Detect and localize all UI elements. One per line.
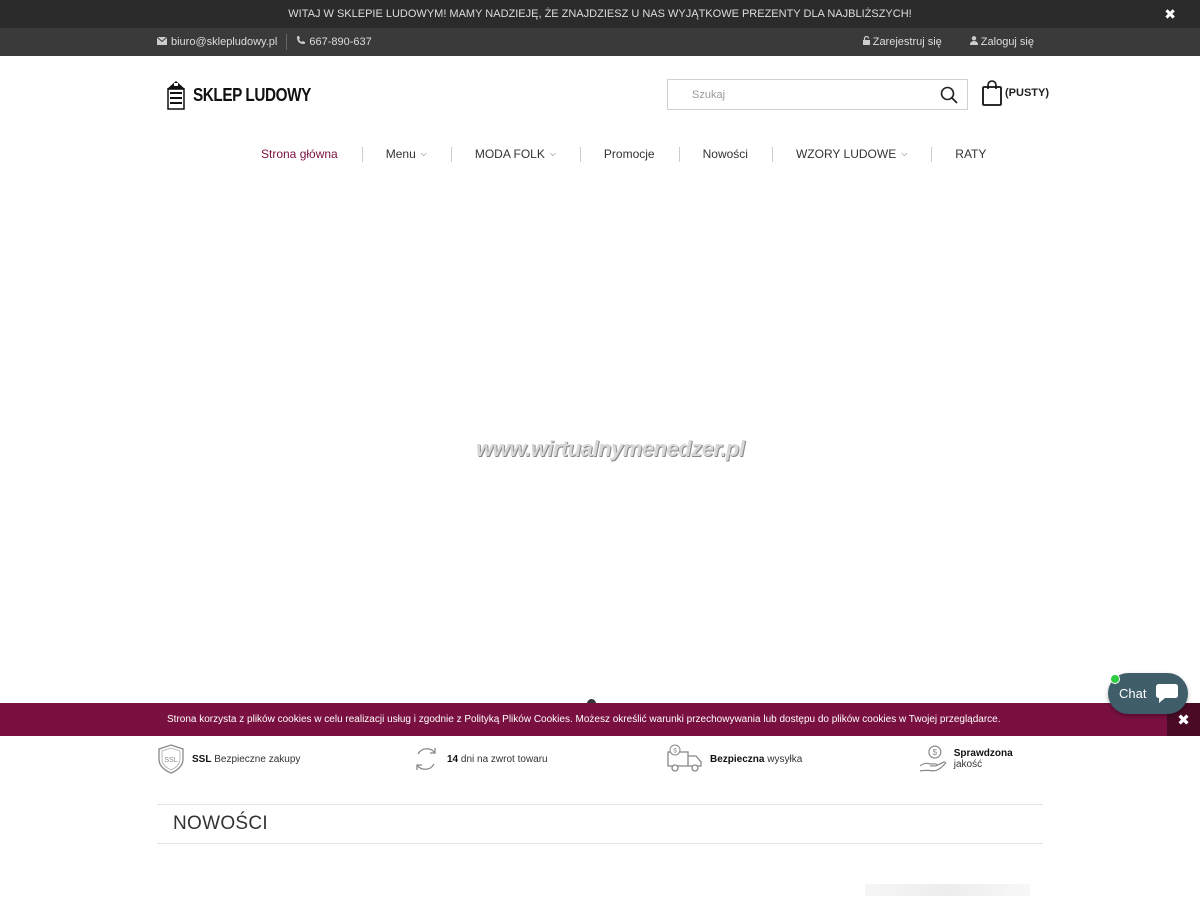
nav-item-label: Promocje xyxy=(603,147,655,161)
email-text: biuro@sklepludowy.pl xyxy=(171,36,278,48)
chevron-down-icon: ⌵ xyxy=(901,149,908,158)
contact-bar: biuro@sklepludowy.pl 667-890-637 Zarejes… xyxy=(0,28,1200,56)
nav-item-home[interactable]: Strona główna xyxy=(237,138,362,170)
feature-text: Bezpieczne zakupy xyxy=(214,753,301,765)
feature-bold: 14 xyxy=(447,753,459,765)
nav-item-menu[interactable]: Menu ⌵ xyxy=(361,138,451,170)
nav-item-label: Strona główna xyxy=(261,147,338,161)
user-icon xyxy=(969,36,978,48)
nav-item-promocje[interactable]: Promocje xyxy=(579,138,679,170)
logo-text: SKLEP LUDOWY xyxy=(193,84,311,105)
feature-bold: SSL xyxy=(192,753,212,765)
chat-widget-button[interactable]: Chat xyxy=(1108,673,1188,714)
feature-text: jakość xyxy=(953,759,983,770)
chat-label: Chat xyxy=(1119,686,1147,701)
delivery-truck-icon: $ xyxy=(667,744,702,772)
features-bar: SSL SSL Bezpieczne zakupy 14 dni na zwro… xyxy=(157,743,1043,775)
login-link[interactable]: Zaloguj się xyxy=(969,36,1034,48)
nav-item-label: WZORY LUDOWE xyxy=(795,147,897,161)
search-input[interactable] xyxy=(668,80,918,109)
feature-text: wysyłka xyxy=(767,753,803,765)
register-text: Zarejestruj się xyxy=(872,36,942,48)
login-text: Zaloguj się xyxy=(980,36,1034,48)
phone-text: 667-890-637 xyxy=(309,36,372,48)
phone-icon xyxy=(296,36,306,48)
nav-item-label: MODA FOLK xyxy=(474,147,545,161)
close-icon: ✖ xyxy=(1177,711,1190,729)
nav-item-wzory-ludowe[interactable]: WZORY LUDOWE ⌵ xyxy=(771,138,931,170)
chevron-down-icon: ⌵ xyxy=(420,149,427,158)
email-link[interactable]: biuro@sklepludowy.pl xyxy=(156,36,278,48)
register-link[interactable]: Zarejestruj się xyxy=(862,35,942,48)
nav-item-nowosci[interactable]: Nowości xyxy=(678,138,772,170)
search-box xyxy=(667,79,968,110)
svg-text:$: $ xyxy=(933,748,938,757)
section-title: NOWOŚCI xyxy=(173,813,268,834)
feature-text: dni na zwrot towaru xyxy=(460,753,548,765)
nav-item-moda-folk[interactable]: MODA FOLK ⌵ xyxy=(450,138,580,170)
online-status-dot xyxy=(1110,674,1120,684)
watermark-text: www.wirtualnymenedzer.pl xyxy=(476,436,745,461)
cart-button[interactable]: (PUSTY) xyxy=(982,80,1049,106)
lock-icon xyxy=(862,35,870,48)
feature-quality: $ Sprawdzona jakość xyxy=(919,743,1043,775)
search-icon[interactable] xyxy=(940,86,958,104)
product-placeholder xyxy=(865,884,1030,896)
svg-text:SSL: SSL xyxy=(164,757,177,764)
cart-label: (PUSTY) xyxy=(1005,87,1049,99)
nav-item-label: Menu xyxy=(385,147,416,161)
feature-ssl: SSL SSL Bezpieczne zakupy xyxy=(157,743,300,775)
announcement-text: WITAJ W SKLEPIE LUDOWYM! MAMY NADZIEJĘ, … xyxy=(288,8,912,20)
cookie-banner: Strona korzysta z plików cookies w celu … xyxy=(0,703,1200,736)
return-arrows-icon xyxy=(416,748,436,770)
feature-shipping: $ Bezpieczna wysyłka xyxy=(667,743,802,775)
nav-item-label: Nowości xyxy=(702,147,748,161)
nav-item-raty[interactable]: RATY xyxy=(931,138,1010,170)
section-divider xyxy=(157,843,1043,844)
close-icon[interactable]: ✖ xyxy=(1164,6,1176,23)
feature-bold: Bezpieczna xyxy=(710,753,765,765)
shopping-bag-icon xyxy=(982,80,1002,106)
nav-item-label: RATY xyxy=(955,147,987,161)
contact-divider xyxy=(286,34,288,50)
cookie-text: Strona korzysta z plików cookies w celu … xyxy=(167,714,1001,725)
shield-ssl-icon: SSL xyxy=(158,744,184,774)
chat-bubble-icon xyxy=(1156,684,1178,703)
feature-bold: Sprawdzona xyxy=(953,748,1013,759)
envelope-icon xyxy=(156,36,168,48)
logo-house-icon xyxy=(167,81,185,110)
hand-coin-icon: $ xyxy=(919,745,947,772)
section-divider xyxy=(157,804,1043,805)
chevron-down-icon: ⌵ xyxy=(549,149,556,158)
site-logo[interactable]: SKLEP LUDOWY xyxy=(165,79,332,111)
feature-return: 14 dni na zwrot towaru xyxy=(412,743,548,775)
announcement-bar: WITAJ W SKLEPIE LUDOWYM! MAMY NADZIEJĘ, … xyxy=(0,0,1200,28)
main-nav: Strona główna Menu ⌵ MODA FOLK ⌵ Promocj… xyxy=(237,138,1010,170)
phone-link[interactable]: 667-890-637 xyxy=(296,36,372,48)
